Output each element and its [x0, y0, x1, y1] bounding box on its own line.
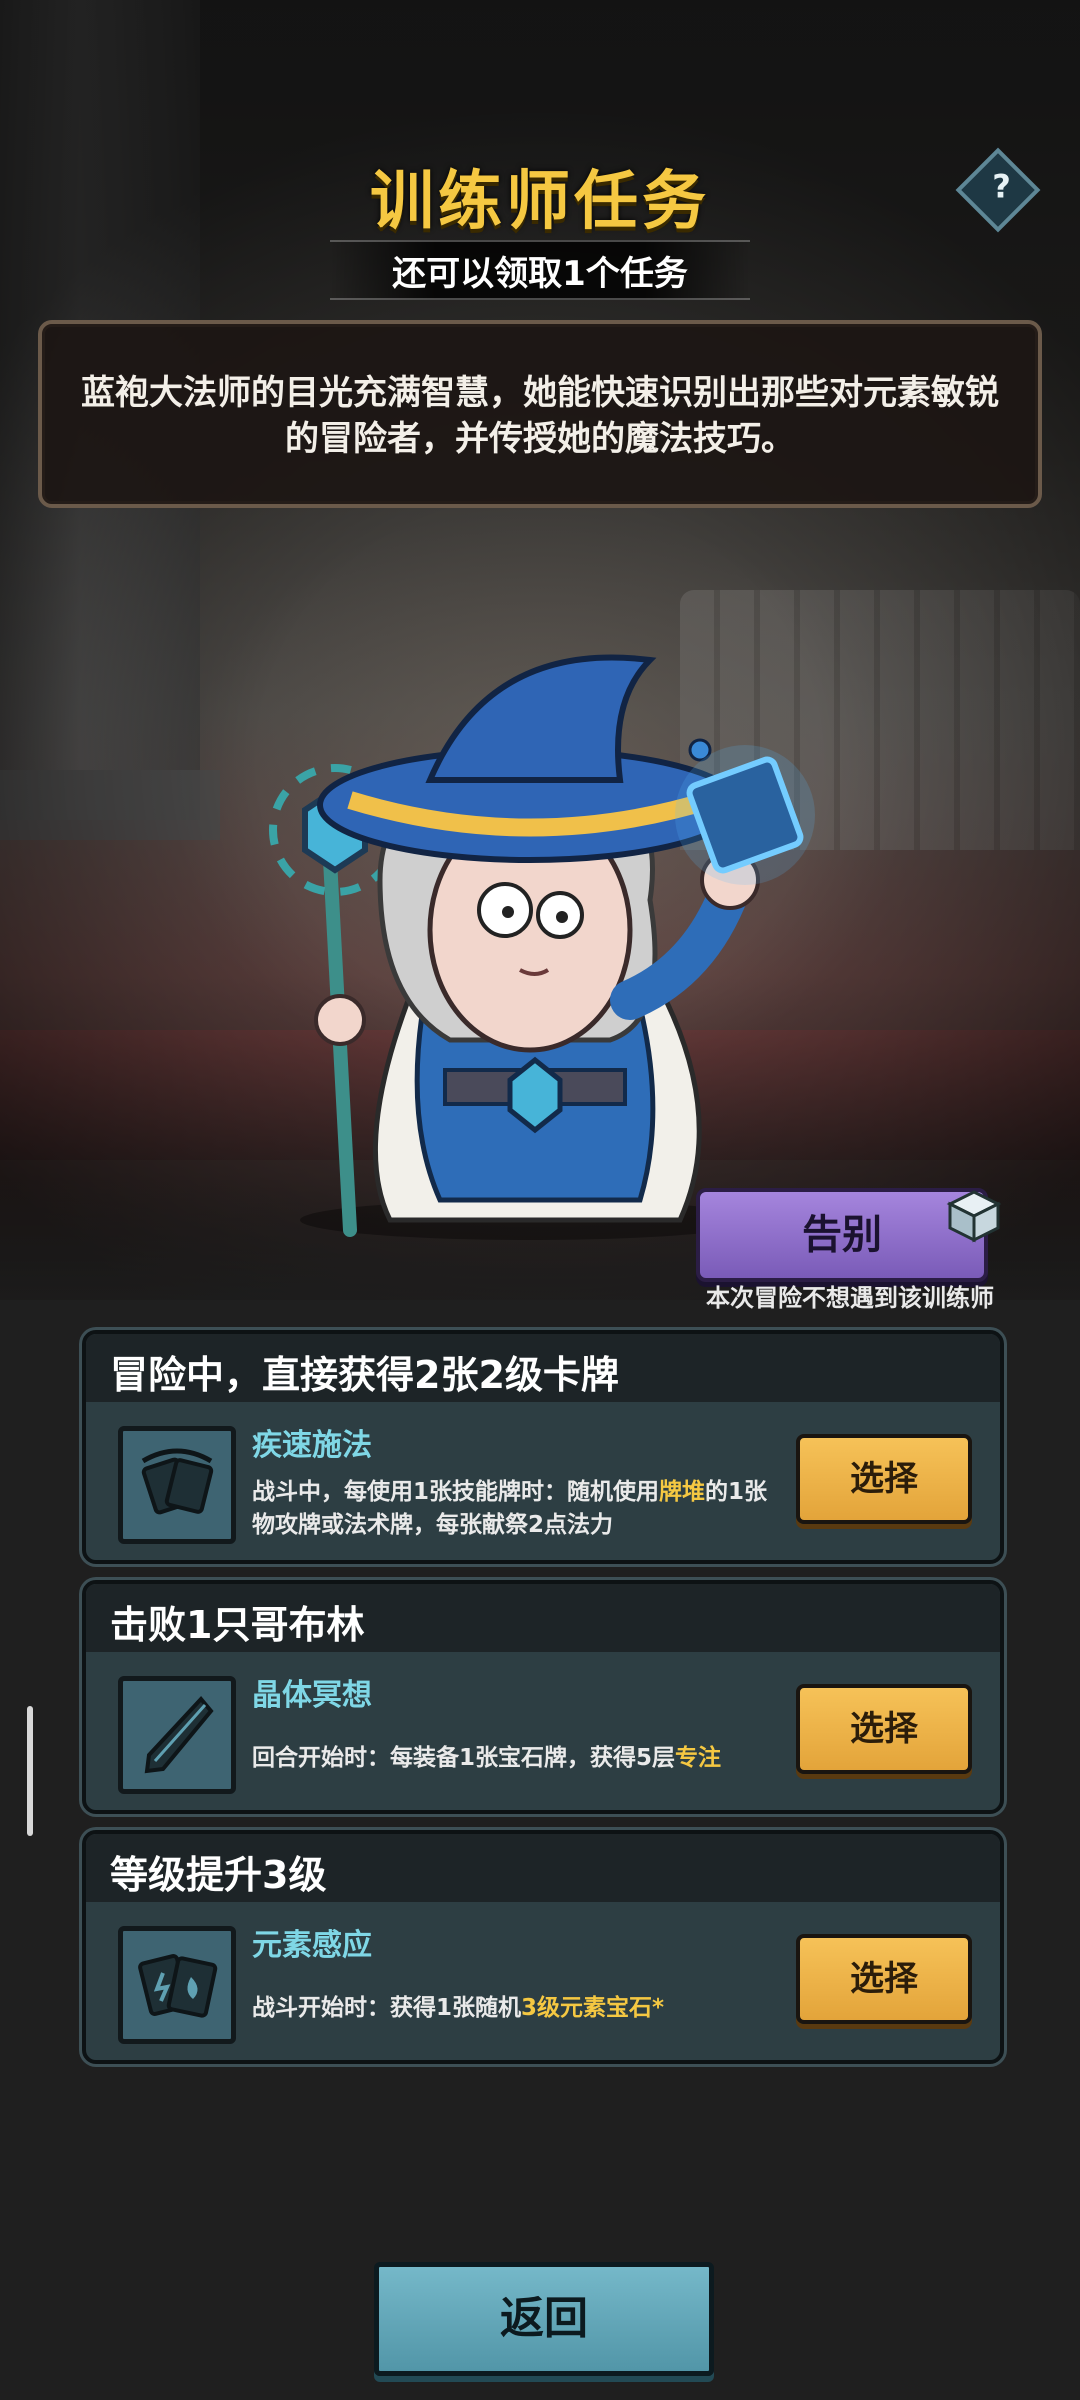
task-title: 等级提升3级 — [110, 1853, 327, 1897]
keyword-highlight: 牌堆 — [659, 1479, 706, 1505]
element-cards-icon — [138, 1954, 218, 2018]
keyword-highlight: 3级元素宝石* — [521, 1995, 665, 2021]
select-button[interactable]: 选择 — [796, 1684, 972, 1774]
skill-icon-box — [118, 1676, 236, 1794]
page-title: 训练师任务 — [370, 165, 710, 239]
task-card: 击败1只哥布林 晶体冥想 回合开始时：每装备1张宝石牌，获得5层专注 选择 — [82, 1580, 1004, 1814]
trainer-description: 蓝袍大法师的目光充满智慧，她能快速识别出那些对元素敏锐的冒险者，并传授她的魔法技… — [81, 373, 999, 459]
skill-name: 疾速施法 — [252, 1428, 372, 1463]
task-title: 冒险中，直接获得2张2级卡牌 — [110, 1353, 619, 1397]
farewell-button[interactable]: 告别 — [696, 1188, 988, 1282]
keyword-highlight: 专注 — [675, 1745, 722, 1771]
farewell-note: 本次冒险不想遇到该训练师 — [706, 1284, 994, 1312]
select-button[interactable]: 选择 — [796, 1934, 972, 2024]
trainer-portrait — [269, 654, 815, 1240]
back-button[interactable]: 返回 — [374, 2262, 714, 2376]
crystal-icon — [144, 1695, 214, 1774]
cards-icon — [141, 1448, 214, 1515]
skill-description: 回合开始时：每装备1张宝石牌，获得5层专注 — [252, 1745, 722, 1771]
task-card: 等级提升3级 元素感应 战斗开始时：获得1张随机3级元素宝石* 选择 — [82, 1830, 1004, 2064]
question-icon: ? — [992, 167, 1011, 206]
task-card: 冒险中，直接获得2张2级卡牌 疾速施法 战斗中，每使用1张技能牌时：随机使用牌堆… — [82, 1330, 1004, 1564]
skill-description: 战斗开始时：获得1张随机3级元素宝石* — [252, 1995, 665, 2021]
remaining-tasks-text: 还可以领取1个任务 — [392, 254, 688, 294]
skill-name: 晶体冥想 — [252, 1678, 372, 1713]
skill-name: 元素感应 — [252, 1928, 372, 1963]
trainer-description-box: 蓝袍大法师的目光充满智慧，她能快速识别出那些对元素敏锐的冒险者，并传授她的魔法技… — [38, 320, 1042, 508]
skill-icon-box — [118, 1426, 236, 1544]
task-title: 击败1只哥布林 — [110, 1603, 365, 1647]
skill-description: 战斗中，每使用1张技能牌时：随机使用牌堆的1张物攻牌或法术牌，每张献祭2点法力 — [252, 1479, 768, 1538]
cube-icon — [946, 1190, 1002, 1243]
scrollbar[interactable] — [27, 1706, 33, 1836]
skill-icon-box — [118, 1926, 236, 2044]
select-button[interactable]: 选择 — [796, 1434, 972, 1524]
